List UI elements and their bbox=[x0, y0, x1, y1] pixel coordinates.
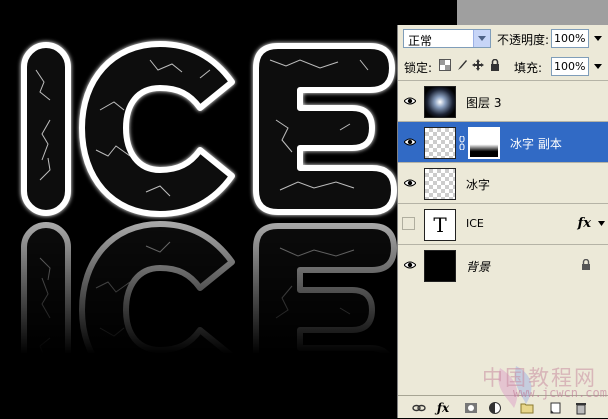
eye-icon[interactable] bbox=[404, 95, 416, 107]
visibility-toggle-empty[interactable] bbox=[402, 217, 415, 230]
blend-row: 正常 不透明度: 100% bbox=[398, 25, 608, 53]
lock-label: 锁定: bbox=[404, 61, 433, 75]
lock-row: 锁定: 填充: 100% bbox=[398, 53, 608, 79]
layer-thumbnail bbox=[424, 86, 456, 118]
fill-arrow-icon[interactable] bbox=[591, 57, 605, 76]
blend-mode-value: 正常 bbox=[408, 34, 433, 48]
lock-brush-icon[interactable] bbox=[456, 59, 468, 71]
opacity-input[interactable]: 100% bbox=[551, 29, 589, 48]
layers-panel: 正常 不透明度: 100% 锁定: 填充: 100% 图层 3 冰字 副本 冰字… bbox=[397, 25, 608, 418]
adjustment-layer-icon[interactable] bbox=[488, 401, 502, 415]
eye-icon[interactable] bbox=[404, 259, 416, 271]
layer-mask-thumbnail[interactable] bbox=[468, 127, 500, 159]
document-canvas[interactable] bbox=[0, 0, 400, 418]
eye-icon[interactable] bbox=[404, 177, 416, 189]
lock-move-icon[interactable] bbox=[472, 59, 484, 71]
layer-row[interactable]: T ICE fx bbox=[398, 203, 608, 244]
layer-name: ICE bbox=[466, 217, 484, 230]
trash-icon[interactable] bbox=[574, 401, 588, 415]
add-mask-icon[interactable] bbox=[464, 401, 478, 415]
layer-name: 冰字 bbox=[466, 178, 491, 192]
layer-thumbnail bbox=[424, 127, 456, 159]
lock-icon bbox=[582, 259, 590, 270]
fill-label: 填充: bbox=[514, 61, 543, 75]
layer-row-selected[interactable]: 冰字 副本 bbox=[398, 121, 608, 162]
fx-icon[interactable]: fx bbox=[578, 216, 591, 231]
folder-icon[interactable] bbox=[520, 401, 534, 415]
layer-row[interactable]: 冰字 bbox=[398, 162, 608, 203]
new-layer-icon[interactable] bbox=[548, 401, 562, 415]
layer-thumbnail bbox=[424, 250, 456, 282]
expand-effects-icon[interactable] bbox=[598, 220, 605, 227]
link-icon[interactable] bbox=[459, 136, 465, 150]
type-layer-thumbnail: T bbox=[424, 209, 456, 241]
ice-artwork bbox=[0, 0, 400, 418]
opacity-arrow-icon[interactable] bbox=[591, 29, 605, 48]
add-style-fx-icon[interactable]: ƒx bbox=[436, 401, 450, 415]
watermark-url: www.jcwcn.com bbox=[513, 386, 607, 400]
fill-input[interactable]: 100% bbox=[551, 57, 589, 76]
layer-name: 背景 bbox=[466, 260, 491, 274]
canvas-background-strip bbox=[457, 0, 608, 25]
layer-name: 图层 3 bbox=[466, 96, 502, 110]
layer-name: 冰字 副本 bbox=[510, 137, 562, 151]
opacity-label: 不透明度: bbox=[497, 33, 550, 47]
lock-all-icon[interactable] bbox=[489, 59, 501, 71]
eye-icon[interactable] bbox=[404, 136, 416, 148]
link-layers-icon[interactable] bbox=[412, 401, 426, 415]
layer-thumbnail bbox=[424, 168, 456, 200]
chevron-down-icon[interactable] bbox=[473, 30, 490, 47]
layer-row[interactable]: 背景 bbox=[398, 244, 608, 285]
layer-row[interactable]: 图层 3 bbox=[398, 80, 608, 121]
lock-transparency-icon[interactable] bbox=[439, 59, 451, 71]
blend-mode-select[interactable]: 正常 bbox=[403, 29, 491, 48]
